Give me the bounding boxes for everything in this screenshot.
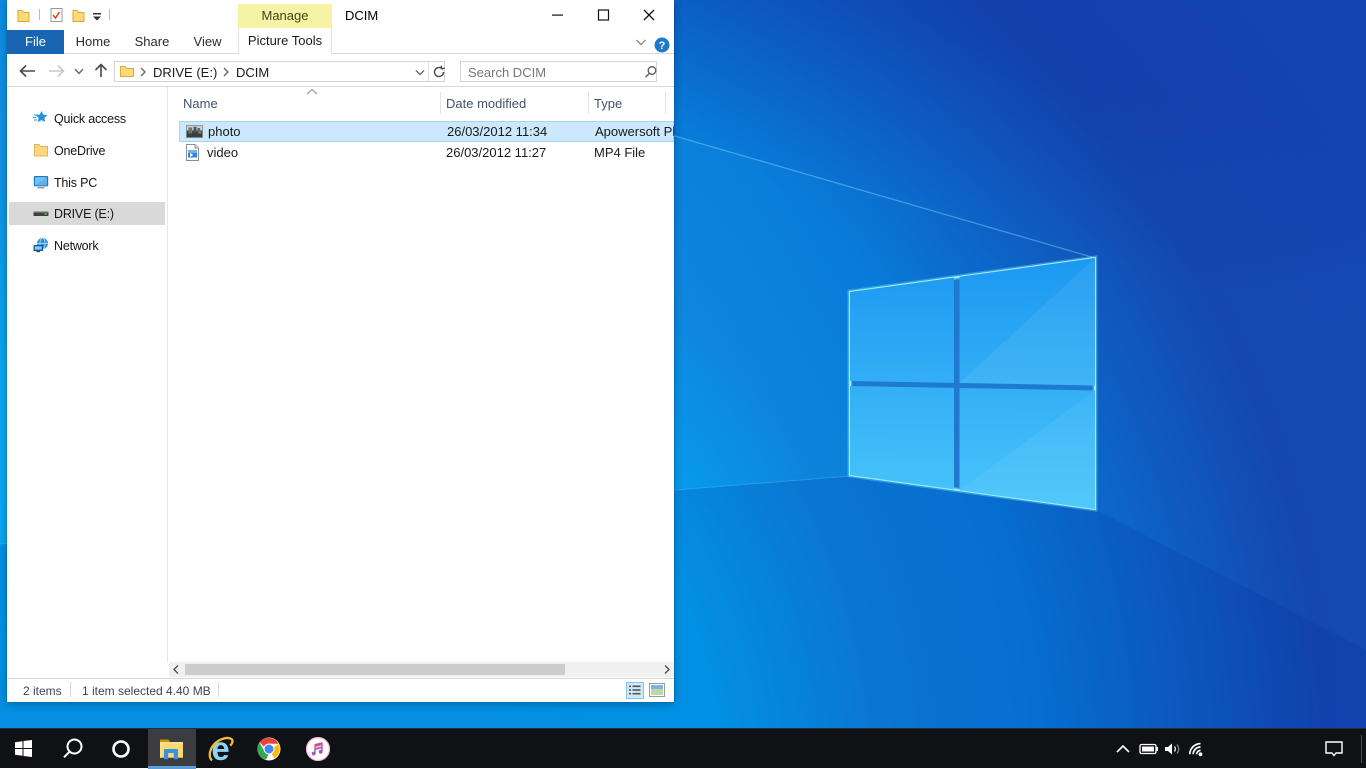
svg-text:?: ? [659,40,666,52]
